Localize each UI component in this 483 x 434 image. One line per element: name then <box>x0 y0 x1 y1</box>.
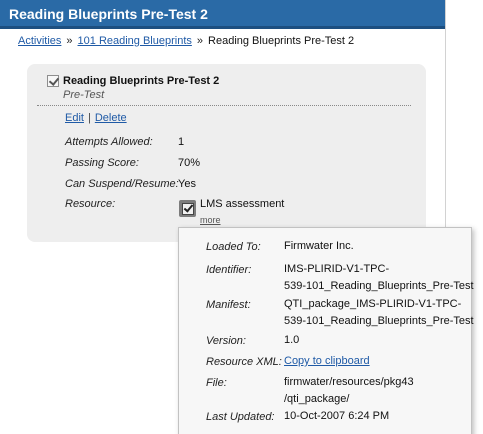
breadcrumb-activities-link[interactable]: Activities <box>18 35 61 47</box>
page-title: Reading Blueprints Pre-Test 2 <box>9 6 208 22</box>
version-value: 1.0 <box>284 334 300 346</box>
identifier-line-1: IMS-PLIRID-V1-TPC- <box>284 263 390 275</box>
checkbox-document-icon <box>179 200 196 217</box>
resource-label: Resource: <box>65 198 116 210</box>
loaded-to-label: Loaded To: <box>206 241 261 253</box>
attempts-value: 1 <box>178 136 185 148</box>
last-updated-label: Last Updated: <box>206 411 275 423</box>
identifier-value: IMS-PLIRID-V1-TPC- 539-101_Reading_Bluep… <box>284 261 474 295</box>
copy-to-clipboard-link[interactable]: Copy to clipboard <box>284 355 370 367</box>
manifest-label: Manifest: <box>206 299 251 311</box>
activity-type: Pre-Test <box>63 89 105 101</box>
edit-link[interactable]: Edit <box>65 112 84 124</box>
manifest-line-1: QTI_package_IMS-PLIRID-V1-TPC- <box>284 298 462 310</box>
suspend-resume-label: Can Suspend/Resume: <box>65 178 179 190</box>
activity-card: Reading Blueprints Pre-Test 2 Pre-Test E… <box>27 64 426 242</box>
resource-details-popup: Loaded To: Firmwater Inc. Identifier: IM… <box>178 227 474 434</box>
file-line-1: firmwater/resources/pkg43 <box>284 376 414 388</box>
attempts-label: Attempts Allowed: <box>65 136 153 148</box>
loaded-to-value: Firmwater Inc. <box>284 240 354 252</box>
breadcrumb-separator: » <box>196 35 204 47</box>
breadcrumb-course-link[interactable]: 101 Reading Blueprints <box>78 35 192 47</box>
resource-more-link[interactable]: more <box>200 215 221 225</box>
breadcrumb-separator: » <box>66 35 73 47</box>
manifest-value: QTI_package_IMS-PLIRID-V1-TPC- 539-101_R… <box>284 296 474 330</box>
resource-name: LMS assessment <box>200 198 285 210</box>
file-line-2: /qti_package/ <box>284 393 350 405</box>
breadcrumb: Activities » 101 Reading Blueprints » Readin… <box>18 35 354 47</box>
breadcrumb-current: Reading Blueprints Pre-Test 2 <box>208 35 355 47</box>
activity-actions: Edit | Delete <box>65 112 127 124</box>
delete-link[interactable]: Delete <box>95 112 127 124</box>
version-label: Version: <box>206 335 246 347</box>
page-header: Reading Blueprints Pre-Test 2 <box>0 0 445 29</box>
passing-score-value: 70% <box>178 157 201 169</box>
file-value: firmwater/resources/pkg43 /qti_package/ <box>284 374 474 408</box>
resource-xml-value: Copy to clipboard <box>284 353 474 370</box>
resource-xml-label: Resource XML: <box>206 356 282 368</box>
dotted-divider <box>37 105 411 106</box>
action-separator: | <box>87 112 91 124</box>
identifier-label: Identifier: <box>206 264 252 276</box>
last-updated-value: 10-Oct-2007 6:24 PM <box>284 410 390 422</box>
activity-check-icon <box>47 75 59 87</box>
suspend-resume-value: Yes <box>178 178 196 190</box>
identifier-line-2: 539-101_Reading_Blueprints_Pre-Test <box>284 280 474 292</box>
activity-title: Reading Blueprints Pre-Test 2 <box>63 75 220 87</box>
file-label: File: <box>206 377 227 389</box>
passing-score-label: Passing Score: <box>65 157 139 169</box>
manifest-line-2: 539-101_Reading_Blueprints_Pre-Test <box>284 315 474 327</box>
